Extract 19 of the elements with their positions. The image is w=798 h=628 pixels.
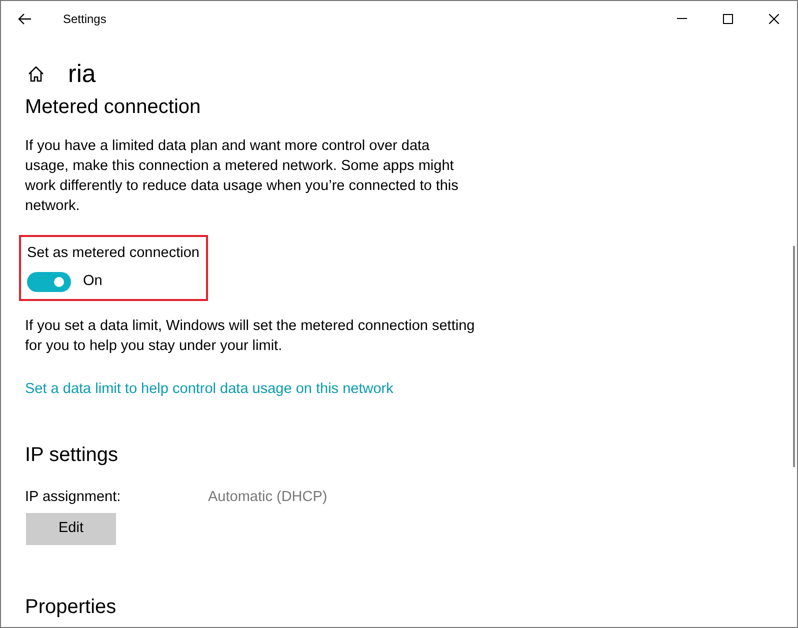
window-title: Settings [63,10,106,28]
page-title: ria [68,59,96,90]
toggle-state-text: On [83,272,102,291]
toggle-label: Set as metered connection [27,244,200,263]
field-label: IP assignment: [25,488,122,506]
back-arrow-icon [18,12,32,24]
maximize-icon [723,14,733,24]
section-heading: Properties [25,594,118,620]
edit-button[interactable]: Edit [26,512,116,544]
metered-toggle[interactable] [27,272,71,292]
section-heading: Metered connection [25,95,202,120]
field-value: Automatic (DHCP) [208,488,328,506]
minimize-icon [677,18,687,19]
scrollbar[interactable] [793,246,795,467]
note-text: If you set a data limit, Windows will set the metered connection setting for you to help you stay under your limit. [25,316,475,356]
home-icon[interactable] [27,65,45,83]
close-icon [769,14,779,24]
section-heading: IP settings [25,442,120,468]
description-text: If you have a limited data plan and want more control over data usage, make this connection a metered network. Some apps might work differently to reduce data usage when you’re connected to this network. [25,137,460,216]
